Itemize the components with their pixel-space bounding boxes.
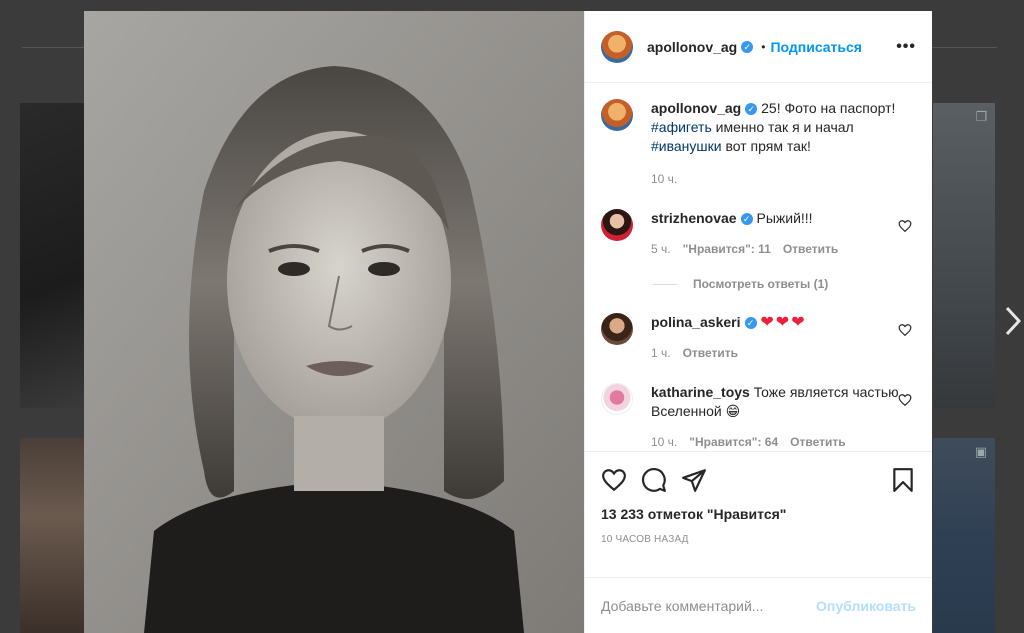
replies-divider xyxy=(653,283,677,285)
caption-text: 25! Фото на паспорт! xyxy=(761,100,896,116)
view-replies-button[interactable]: Посмотреть ответы (1) xyxy=(653,277,916,291)
caption-username[interactable]: apollonov_ag xyxy=(651,100,741,116)
carousel-icon: ❐ xyxy=(975,109,987,124)
avatar[interactable] xyxy=(601,99,633,131)
hashtag-link[interactable]: #афигеть xyxy=(651,119,712,135)
avatar[interactable] xyxy=(601,383,633,415)
heart-icon xyxy=(602,469,626,492)
view-replies-label: Посмотреть ответы (1) xyxy=(693,277,829,291)
comment-time[interactable]: 1 ч. xyxy=(651,344,671,363)
comment-username[interactable]: strizhenovae xyxy=(651,210,737,226)
hashtag-link[interactable]: #иванушки xyxy=(651,138,722,154)
verified-badge-icon: ✓ xyxy=(740,213,753,226)
action-icons xyxy=(601,460,916,500)
avatar[interactable] xyxy=(601,209,633,241)
author-username[interactable]: apollonov_ag xyxy=(647,39,737,55)
verified-badge-icon: ✓ xyxy=(744,317,757,330)
comment-likes[interactable]: "Нравится": 11 xyxy=(683,240,771,259)
comment-username[interactable]: polina_askeri xyxy=(651,314,741,330)
post-caption: apollonov_ag ✓ 25! Фото на паспорт! #афиг… xyxy=(601,99,916,189)
background-thumbnail[interactable]: ❐ xyxy=(933,103,995,408)
follow-button[interactable]: Подписаться xyxy=(770,39,862,55)
like-comment-heart-icon[interactable] xyxy=(898,393,912,407)
reply-button[interactable]: Ответить xyxy=(783,240,838,259)
comment-item: polina_askeri ✓ ❤❤❤ 1 ч. Ответить xyxy=(601,313,916,363)
save-button[interactable] xyxy=(890,467,916,493)
comment-item: strizhenovae ✓ Рыжий!!! 5 ч. "Нравится": … xyxy=(601,209,916,259)
chevron-right-icon xyxy=(1005,306,1022,336)
comment-button[interactable] xyxy=(641,467,667,493)
comment-composer: Опубликовать xyxy=(585,577,932,633)
avatar[interactable] xyxy=(601,313,633,345)
next-post-arrow[interactable] xyxy=(1005,306,1022,342)
like-comment-heart-icon[interactable] xyxy=(898,219,912,233)
post-actions: 13 233 отметок "Нравится" 10 часов назад xyxy=(585,451,932,577)
caption-text: именно так я и начал xyxy=(711,119,854,135)
comment-item: katharine_toys Тоже является частью Всел… xyxy=(601,383,916,451)
post-photo[interactable] xyxy=(84,11,584,633)
post-side-panel: apollonov_ag ✓ • Подписаться ••• apollon… xyxy=(584,11,932,633)
author-info: apollonov_ag ✓ • Подписаться xyxy=(647,39,862,55)
post-timestamp[interactable]: 10 часов назад xyxy=(601,534,916,545)
comment-username[interactable]: katharine_toys xyxy=(651,384,750,400)
reply-button[interactable]: Ответить xyxy=(790,433,845,451)
reply-button[interactable]: Ответить xyxy=(683,344,738,363)
video-icon: ▣ xyxy=(974,444,987,459)
background-thumbnail[interactable]: ▣ xyxy=(933,438,995,633)
likes-count[interactable]: 13 233 отметок "Нравится" xyxy=(601,506,916,522)
comment-time[interactable]: 10 ч. xyxy=(651,433,677,451)
like-comment-heart-icon[interactable] xyxy=(898,323,912,337)
comments-list[interactable]: apollonov_ag ✓ 25! Фото на паспорт! #афиг… xyxy=(585,83,932,451)
bookmark-icon xyxy=(893,468,913,492)
separator-dot: • xyxy=(761,39,766,54)
like-button[interactable] xyxy=(601,467,627,493)
post-modal: apollonov_ag ✓ • Подписаться ••• apollon… xyxy=(84,11,932,633)
background-thumbnail[interactable] xyxy=(20,103,84,408)
more-options-button[interactable]: ••• xyxy=(896,38,916,56)
avatar[interactable] xyxy=(601,30,633,63)
portrait-image xyxy=(84,11,584,633)
comment-likes[interactable]: "Нравится": 64 xyxy=(689,433,778,451)
publish-button[interactable]: Опубликовать xyxy=(816,598,916,614)
comment-input[interactable] xyxy=(601,597,817,614)
share-button[interactable] xyxy=(681,467,707,493)
paper-plane-icon xyxy=(682,469,706,492)
caption-text: вот прям так! xyxy=(721,138,811,154)
comment-bubble-icon xyxy=(641,468,666,492)
caption-time[interactable]: 10 ч. xyxy=(651,170,677,189)
verified-badge-icon: ✓ xyxy=(741,40,754,53)
background-thumbnail[interactable] xyxy=(20,438,84,633)
comment-text: ❤❤❤ xyxy=(760,314,807,331)
verified-badge-icon: ✓ xyxy=(745,103,758,116)
post-header: apollonov_ag ✓ • Подписаться ••• xyxy=(585,11,932,83)
comment-text: Рыжий!!! xyxy=(756,210,813,226)
comment-time[interactable]: 5 ч. xyxy=(651,240,671,259)
